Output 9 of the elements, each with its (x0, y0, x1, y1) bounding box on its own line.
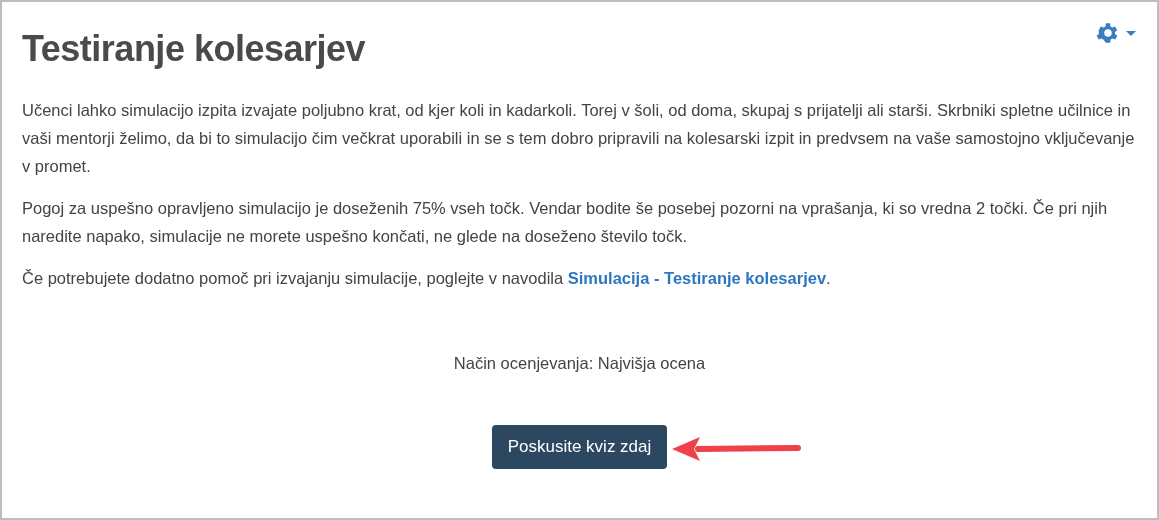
instructions-link[interactable]: Simulacija - Testiranje kolesarjev (567, 269, 827, 287)
paragraph: Učenci lahko simulacijo izpita izvajate poljubno krat, od kjer koli in kadarkoli. Torej v šoli, od doma, skupaj s prijatelji ali starši. Skrbniki spletne učilnice in vaši mentorji želimo, da bi to simulacijo čim večkrat uporabili in se s tem dobro pripravili na kolesarski izpit in predvsem na vaše samostojno vključevanje v promet. (22, 100, 1136, 177)
caret-icon (1125, 29, 1137, 37)
settings-menu-button[interactable] (1095, 20, 1137, 46)
start-quiz-button[interactable]: Poskusite kviz zdaj (491, 425, 668, 469)
paragraph: Če potrebujete dodatno pomoč pri izvajanju simulacije, poglejte v navodila Simulacija - Testiranje kolesarjev. (22, 268, 832, 289)
paragraph: Pogoj za uspešno opravljeno simulacijo je doseženih 75% vseh točk. Vendar bodite še posebej pozorni na vprašanja, ki so vredna 2 točki. Če pri njih naredite napako, simulacije ne morete uspešno končati, ne glede na doseženo število točk. (22, 198, 1109, 247)
page-title: Testiranje kolesarjev (22, 28, 366, 70)
grading-method: Način ocenjevanja: Najvišja ocena (452, 354, 707, 373)
